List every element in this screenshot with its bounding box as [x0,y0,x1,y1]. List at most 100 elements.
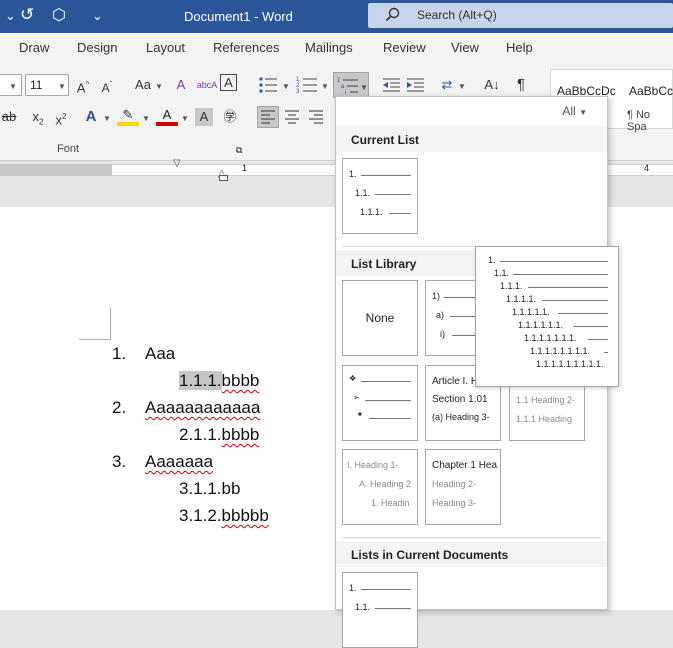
svg-text:3: 3 [296,89,300,95]
align-center-icon[interactable] [285,110,300,124]
text-effects-icon[interactable]: A [80,106,102,128]
strikethrough-icon[interactable]: ab [0,106,20,128]
tab-references[interactable]: References [213,40,279,55]
font-name-dropdown[interactable]: ▼ [0,74,22,96]
list-item-text[interactable]: 1.1.1.bbbb [179,371,259,391]
list-style-none[interactable]: None [342,280,418,356]
grow-font-icon[interactable]: A^ [72,74,94,96]
first-line-indent-marker[interactable]: ▽ [173,158,181,169]
highlight-color-icon[interactable]: ✎ [117,106,139,126]
square-bullet-icon: ■ [358,412,362,418]
list-item-text[interactable]: Aaaaaaa [145,452,213,472]
level-label: Article I. H [432,376,479,387]
level-label: Heading 3- [432,498,477,508]
document-list-thumbnail[interactable]: 1. 1.1. [342,572,418,648]
qat-dropdown-icon[interactable]: ⌄ [5,8,16,24]
chevron-down-icon: ▼ [360,83,368,92]
level-label: a) [436,310,445,320]
multilevel-list-icon: 1 a i [337,78,358,96]
list-item-text[interactable]: 3.1.2.bbbbb [179,506,269,526]
chevron-down-icon[interactable]: ▼ [103,114,111,123]
list-number: 2.1.1. [179,425,222,444]
redo-shape-icon[interactable]: ⬡ [52,5,66,25]
margin-corner-mark [79,308,111,340]
superscript-icon[interactable]: x2 [50,106,72,128]
level-label: i) [440,329,445,339]
font-group-label: Font [57,143,80,155]
chevron-down-icon[interactable]: ▼ [321,82,329,91]
list-number: 3. [112,452,127,471]
tab-review[interactable]: Review [383,40,426,55]
increase-indent-icon[interactable] [407,77,425,93]
sort-icon[interactable]: A↓ [481,74,503,96]
tab-view[interactable]: View [451,40,479,55]
list-item-text[interactable]: Aaa [145,344,175,364]
list-item-text[interactable]: 2.1.1.bbbb [179,425,259,445]
clear-formatting-icon[interactable]: A [170,74,192,96]
align-left-icon [261,110,275,124]
tab-mailings[interactable]: Mailings [305,40,353,55]
level-label: 1. [488,255,496,265]
chevron-down-icon[interactable]: ▼ [282,82,290,91]
level-line [365,400,411,401]
level-line [375,608,411,609]
decrease-indent-icon[interactable] [383,77,401,93]
spell-error: bbbbb [221,506,269,525]
list-item-text[interactable]: Aaaaaaaaaaaa [145,398,260,418]
chevron-down-icon[interactable]: ▼ [142,114,150,123]
list-style-roman-headings[interactable]: I. Heading 1- A. Heading 2 1. Headin [342,449,418,525]
selected-number: 1.1.1. [179,371,222,390]
chevron-down-icon: ▼ [58,82,66,91]
show-formatting-icon[interactable]: ¶ [510,74,532,96]
bullets-icon[interactable] [258,76,278,94]
chevron-down-icon[interactable]: ▼ [458,82,466,91]
left-indent-marker[interactable] [219,175,228,181]
character-border-icon[interactable]: A [220,74,237,91]
align-left-button[interactable] [257,106,279,128]
shrink-font-icon[interactable]: Aˇ [96,74,118,96]
section-current-list: Current List [336,126,607,152]
level-label: (a) Heading 3- [432,412,490,422]
font-color-icon[interactable]: A [156,106,178,126]
list-style-bullets[interactable]: ❖ ➢ ■ [342,365,418,441]
level-label: 1.1. [355,188,371,198]
level-line [375,194,411,195]
chevron-down-icon[interactable]: ▼ [155,82,163,91]
undo-icon[interactable]: ↺ [20,5,34,25]
multilevel-list-button[interactable]: 1 a i ▼ [333,72,369,98]
chevron-down-icon: ▼ [579,108,587,117]
none-label: None [365,311,395,325]
numbering-icon[interactable]: 1 2 3 [296,75,318,95]
customize-qat-icon[interactable]: ⌄ [92,8,103,24]
tab-layout[interactable]: Layout [146,40,185,55]
enclose-characters-icon[interactable]: ㊫ [219,106,241,128]
font-size-dropdown[interactable]: 11 ▼ [25,74,69,96]
gallery-filter-dropdown[interactable]: All ▼ [562,104,587,118]
level-line [542,300,608,301]
subscript-icon[interactable]: x2 [27,106,49,128]
level-label: 1.1.1.1.1.1. [518,320,564,330]
list-style-chapter-headings[interactable]: Chapter 1 Hea Heading 2- Heading 3- [425,449,501,525]
level-line [604,352,608,353]
level-label: Chapter 1 Hea [432,460,498,471]
text-direction-icon[interactable]: ⇄ [436,74,458,96]
chevron-down-icon[interactable]: ▼ [181,114,189,123]
tab-help[interactable]: Help [506,40,533,55]
align-right-icon[interactable] [309,110,324,124]
font-dialog-launcher-icon[interactable]: ⧉ [236,145,242,156]
level-label: Heading 2- [432,479,477,489]
list-item-text[interactable]: 3.1.1.bb [179,479,240,499]
tab-design[interactable]: Design [77,40,117,55]
change-case-icon[interactable]: Aa [128,74,158,96]
tab-draw[interactable]: Draw [19,40,49,55]
phonetic-guide-icon[interactable]: abcA [196,74,218,96]
style-no-spacing-sample[interactable]: AaBbCc [629,84,673,98]
ruler-mark-1: 1 [242,163,248,173]
level-label: 1. Headin [371,498,410,508]
shading-icon[interactable]: A [195,108,213,126]
current-list-thumbnail[interactable]: 1. 1.1. 1.1.1. [342,158,418,234]
level-line [528,287,608,288]
level-label: 1.1.1.1.1. [512,307,550,317]
section-lists-in-current-documents: Lists in Current Documents [336,541,607,567]
search-box[interactable]: Search (Alt+Q) [368,3,673,28]
